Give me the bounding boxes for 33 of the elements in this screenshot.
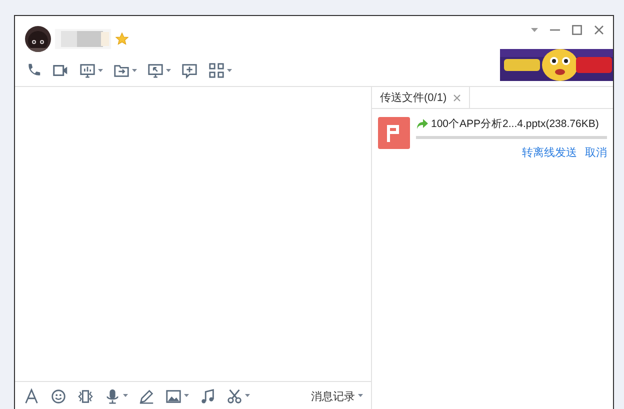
close-icon[interactable] — [452, 94, 461, 102]
caret-icon[interactable] — [98, 68, 103, 72]
caret-icon[interactable] — [184, 394, 189, 398]
message-history-link[interactable]: 消息记录 — [311, 388, 355, 404]
file-name: 100个APP分析2...4.pptx(238.76KB) — [431, 117, 599, 131]
maximize-icon[interactable] — [572, 25, 582, 35]
caret-icon[interactable] — [166, 68, 171, 72]
send-arrow-icon — [416, 118, 428, 130]
font-icon[interactable] — [23, 388, 40, 404]
action-link[interactable]: 取消 — [585, 145, 607, 160]
chat-plus-icon[interactable] — [181, 62, 198, 79]
image-icon[interactable] — [165, 388, 182, 404]
shake-icon[interactable] — [77, 388, 94, 404]
close-icon[interactable] — [594, 25, 604, 35]
pen-icon[interactable] — [138, 388, 155, 404]
monitor-arrow-icon[interactable] — [147, 62, 164, 79]
caret-icon[interactable] — [245, 394, 250, 398]
video-camera-icon[interactable] — [52, 62, 69, 79]
caret-icon[interactable] — [132, 68, 137, 72]
smiley-icon[interactable] — [50, 388, 67, 404]
tab-label: 传送文件(0/1) — [380, 90, 447, 105]
presentation-file-icon — [378, 117, 410, 149]
folder-arrow-icon[interactable] — [113, 62, 130, 79]
caret-icon[interactable] — [227, 68, 232, 72]
grid-icon[interactable] — [208, 62, 225, 79]
scissors-icon[interactable] — [226, 388, 243, 404]
microphone-icon[interactable] — [104, 388, 121, 404]
caret-icon[interactable] — [123, 394, 128, 398]
monitor-chart-icon[interactable] — [79, 62, 96, 79]
caret-icon[interactable] — [358, 394, 363, 398]
caret-icon[interactable] — [531, 28, 538, 32]
music-note-icon[interactable] — [199, 388, 216, 404]
action-link[interactable]: 转离线发送 — [522, 145, 577, 160]
